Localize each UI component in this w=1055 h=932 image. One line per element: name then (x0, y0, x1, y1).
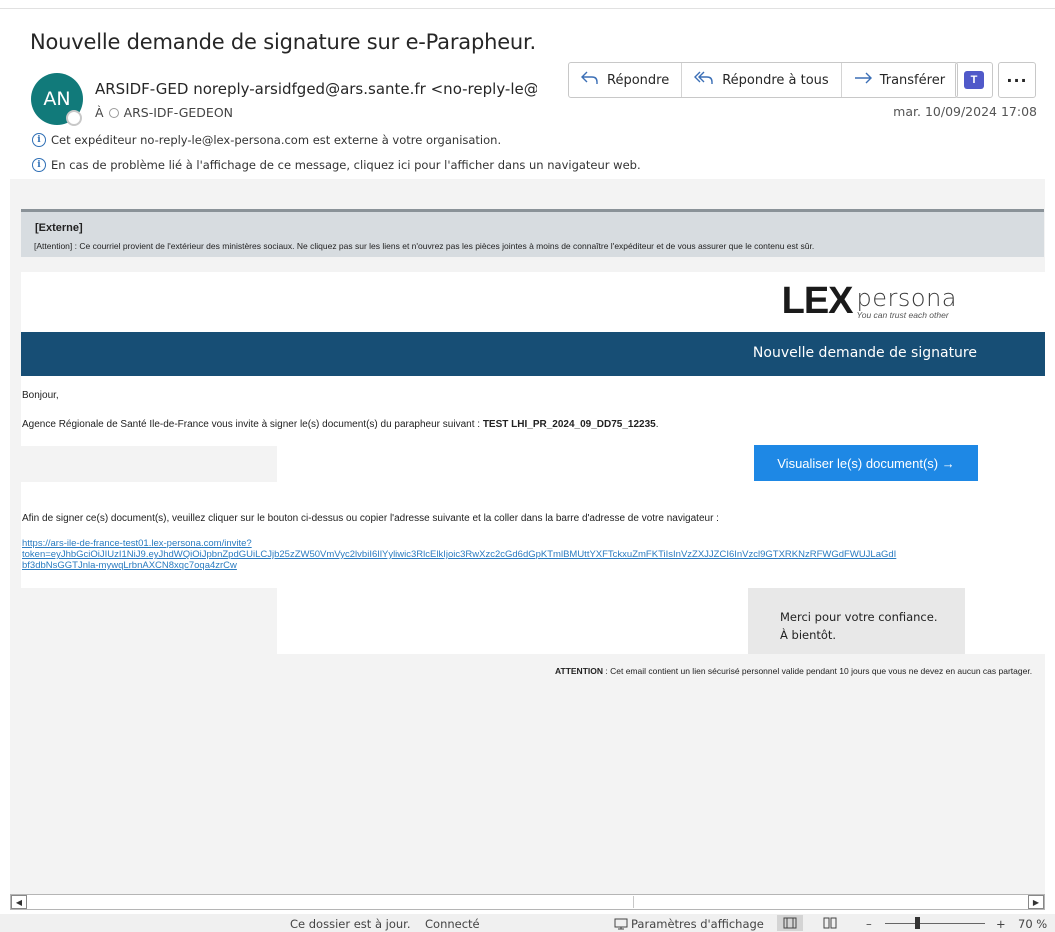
invite-link-line2[interactable]: token=eyJhbGciOiJIUzI1NiJ9.eyJhdWQiOiJpb… (22, 549, 896, 560)
banner-title: Nouvelle demande de signature (752, 345, 977, 361)
normal-view-button[interactable] (777, 915, 803, 931)
zoom-slider[interactable] (885, 923, 985, 924)
logo-persona: persona (856, 284, 957, 312)
status-bar: Ce dossier est à jour. Connecté Paramètr… (0, 914, 1055, 932)
attention-text: : Cet email contient un lien sécurisé pe… (603, 666, 1033, 676)
logo-tagline: You can trust each other (856, 310, 949, 320)
signature-banner: Nouvelle demande de signature (21, 332, 1045, 376)
sender-address[interactable]: ARSIDF-GED noreply-arsidfged@ars.sante.f… (95, 80, 537, 98)
reply-all-icon (694, 71, 714, 89)
message-body: [Externe] [Attention] : Ce courriel prov… (10, 179, 1045, 894)
reply-all-button[interactable]: Répondre à tous (682, 63, 842, 97)
invite-link-line1[interactable]: https://ars-ile-de-france-test01.lex-per… (22, 538, 896, 549)
email-date: mar. 10/09/2024 17:08 (893, 104, 1037, 119)
instructions-text: Afin de signer ce(s) document(s), veuill… (22, 513, 719, 524)
presence-status-icon (66, 110, 82, 126)
forward-label: Transférer (879, 72, 946, 88)
scroll-left-icon[interactable]: ◀ (11, 895, 27, 909)
attention-label: ATTENTION (555, 666, 604, 676)
display-problem-text[interactable]: En cas de problème lié à l'affichage de … (51, 158, 641, 172)
invite-link-line3[interactable]: bf3dbNsGGTJnla-mywqLrbnAXCN8xqc7oqa4zrCw (22, 560, 896, 571)
invite-link[interactable]: https://ars-ile-de-france-test01.lex-per… (22, 538, 896, 571)
folder-status: Ce dossier est à jour. (290, 917, 411, 931)
spacer-block (10, 588, 277, 654)
invite-document-name: TEST LHI_PR_2024_09_DD75_12235 (482, 419, 656, 430)
display-settings-label: Paramètres d'affichage (631, 917, 764, 931)
to-recipient[interactable]: ARS-IDF-GEDEON (124, 105, 233, 120)
forward-icon (854, 71, 872, 89)
zoom-out-button[interactable]: – (866, 917, 872, 931)
scrollbar-thumb[interactable] (29, 896, 634, 908)
scroll-right-icon[interactable]: ▶ (1028, 895, 1044, 909)
to-label: À (95, 105, 104, 120)
connection-status: Connecté (425, 917, 480, 931)
reply-actions-group: Répondre Répondre à tous Transférer (568, 62, 959, 98)
external-warning-text: [Attention] : Ce courriel provient de l'… (34, 241, 815, 251)
invite-suffix: . (655, 419, 659, 430)
teams-icon: T (964, 71, 984, 89)
external-warning-title: [Externe] (35, 222, 83, 234)
display-settings-button[interactable]: Paramètres d'affichage (614, 917, 764, 931)
spacer-block (10, 446, 277, 482)
thanks-line2: À bientôt. (780, 628, 837, 642)
top-divider (0, 8, 1055, 9)
reply-icon (581, 71, 599, 89)
info-icon: i (32, 158, 46, 172)
invite-prefix: Agence Régionale de Santé Ile-de-France … (22, 419, 483, 430)
reply-button[interactable]: Répondre (569, 63, 683, 97)
reply-all-label: Répondre à tous (722, 72, 829, 88)
thanks-box: Merci pour votre confiance. À bientôt. (748, 588, 965, 654)
more-icon: ··· (1006, 70, 1028, 90)
info-icon: i (32, 133, 46, 147)
zoom-level[interactable]: 70 % (1018, 917, 1047, 931)
avatar-initials: AN (43, 88, 71, 110)
recipient-line: À ARS-IDF-GEDEON (95, 105, 233, 120)
reading-view-button[interactable] (817, 915, 843, 931)
attention-notice: ATTENTION : Cet email contient un lien s… (555, 666, 1032, 676)
more-options-button[interactable]: ··· (998, 62, 1036, 98)
reading-view-icon (823, 917, 837, 929)
external-sender-text: Cet expéditeur no-reply-le@lex-persona.c… (51, 133, 502, 147)
thanks-line1: Merci pour votre confiance. (780, 610, 938, 624)
reply-label: Répondre (607, 72, 670, 88)
horizontal-scrollbar[interactable]: ◀ ▶ (10, 894, 1045, 910)
zoom-in-button[interactable]: + (996, 917, 1006, 931)
forward-button[interactable]: Transférer (842, 63, 957, 97)
invite-text: Agence Régionale de Santé Ile-de-France … (22, 419, 658, 430)
lex-persona-logo: LEX persona You can trust each other (782, 282, 957, 320)
external-warning-box: [Externe] [Attention] : Ce courriel prov… (21, 209, 1044, 257)
normal-view-icon (783, 917, 797, 929)
greeting-text: Bonjour, (22, 390, 59, 401)
email-subject: Nouvelle demande de signature sur e-Para… (30, 30, 537, 54)
teams-button[interactable]: T (955, 62, 993, 98)
zoom-slider-thumb[interactable] (915, 917, 920, 929)
display-settings-icon (614, 918, 628, 930)
logo-lex: LEX (781, 280, 854, 322)
view-documents-button[interactable]: Visualiser le(s) document(s) → (754, 445, 978, 481)
recipient-presence-icon (108, 107, 119, 118)
external-sender-info: i Cet expéditeur no-reply-le@lex-persona… (32, 133, 501, 147)
display-problem-info[interactable]: i En cas de problème lié à l'affichage d… (32, 158, 641, 172)
